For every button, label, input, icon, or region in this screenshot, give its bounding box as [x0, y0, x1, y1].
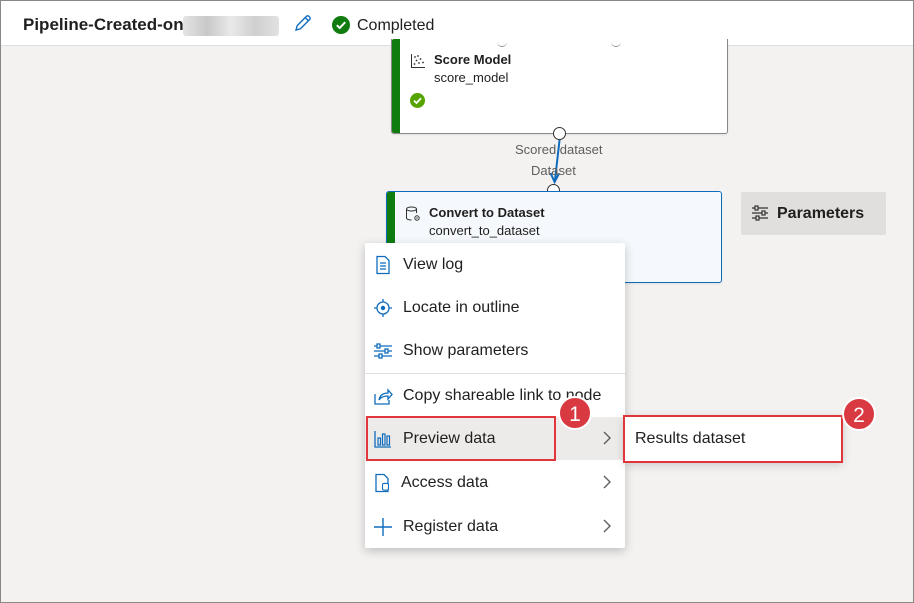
database-gear-icon: [406, 206, 420, 221]
node-title: Score Model: [434, 52, 512, 67]
chevron-right-icon: [603, 475, 611, 489]
scatter-icon: [411, 54, 425, 68]
pencil-icon[interactable]: [293, 13, 313, 33]
node-score-model[interactable]: Score Model score_model: [391, 39, 728, 134]
redacted-text: [183, 16, 279, 36]
input-port-label: Dataset: [531, 163, 576, 178]
context-menu: View log Locate in outline Show paramete…: [365, 243, 625, 548]
highlight-box-2: [623, 415, 843, 463]
chevron-right-icon: [603, 519, 611, 533]
menu-item-show-parameters[interactable]: Show parameters: [365, 329, 625, 372]
menu-item-label: Locate in outline: [403, 299, 520, 316]
output-port[interactable]: [553, 127, 566, 140]
document-icon: [376, 255, 390, 275]
menu-item-view-log[interactable]: View log: [365, 243, 625, 286]
plus-icon: [374, 518, 392, 536]
menu-item-label: Register data: [403, 518, 499, 535]
file-data-icon: [375, 473, 390, 493]
output-port-label: Scored dataset: [515, 142, 603, 157]
parameters-button[interactable]: Parameters: [741, 192, 886, 235]
locate-icon: [374, 299, 392, 317]
menu-item-label: Show parameters: [403, 342, 529, 359]
menu-item-access-data[interactable]: Access data: [365, 461, 625, 504]
sliders-icon: [374, 343, 392, 359]
node-title: Convert to Dataset: [429, 205, 545, 220]
pipeline-title: Pipeline-Created-on-: [23, 15, 190, 34]
check-icon: [410, 93, 425, 108]
step-badge-1: 1: [558, 396, 592, 430]
share-icon: [374, 388, 393, 405]
chevron-right-icon: [603, 431, 611, 445]
menu-item-label: Access data: [401, 474, 489, 491]
menu-item-label: View log: [403, 256, 464, 273]
menu-item-locate-in-outline[interactable]: Locate in outline: [365, 286, 625, 329]
parameters-label: Parameters: [777, 205, 865, 222]
edge-connector: [549, 135, 561, 185]
node-subtitle: convert_to_dataset: [429, 223, 540, 238]
check-circle-icon: [332, 16, 350, 34]
step-badge-2: 2: [842, 397, 876, 431]
status-label: Completed: [357, 17, 435, 34]
node-subtitle: score_model: [434, 70, 509, 85]
sliders-icon: [752, 205, 768, 221]
menu-item-register-data[interactable]: Register data: [365, 505, 625, 548]
node-status-stripe: [392, 39, 400, 133]
highlight-box-1: [366, 416, 556, 461]
